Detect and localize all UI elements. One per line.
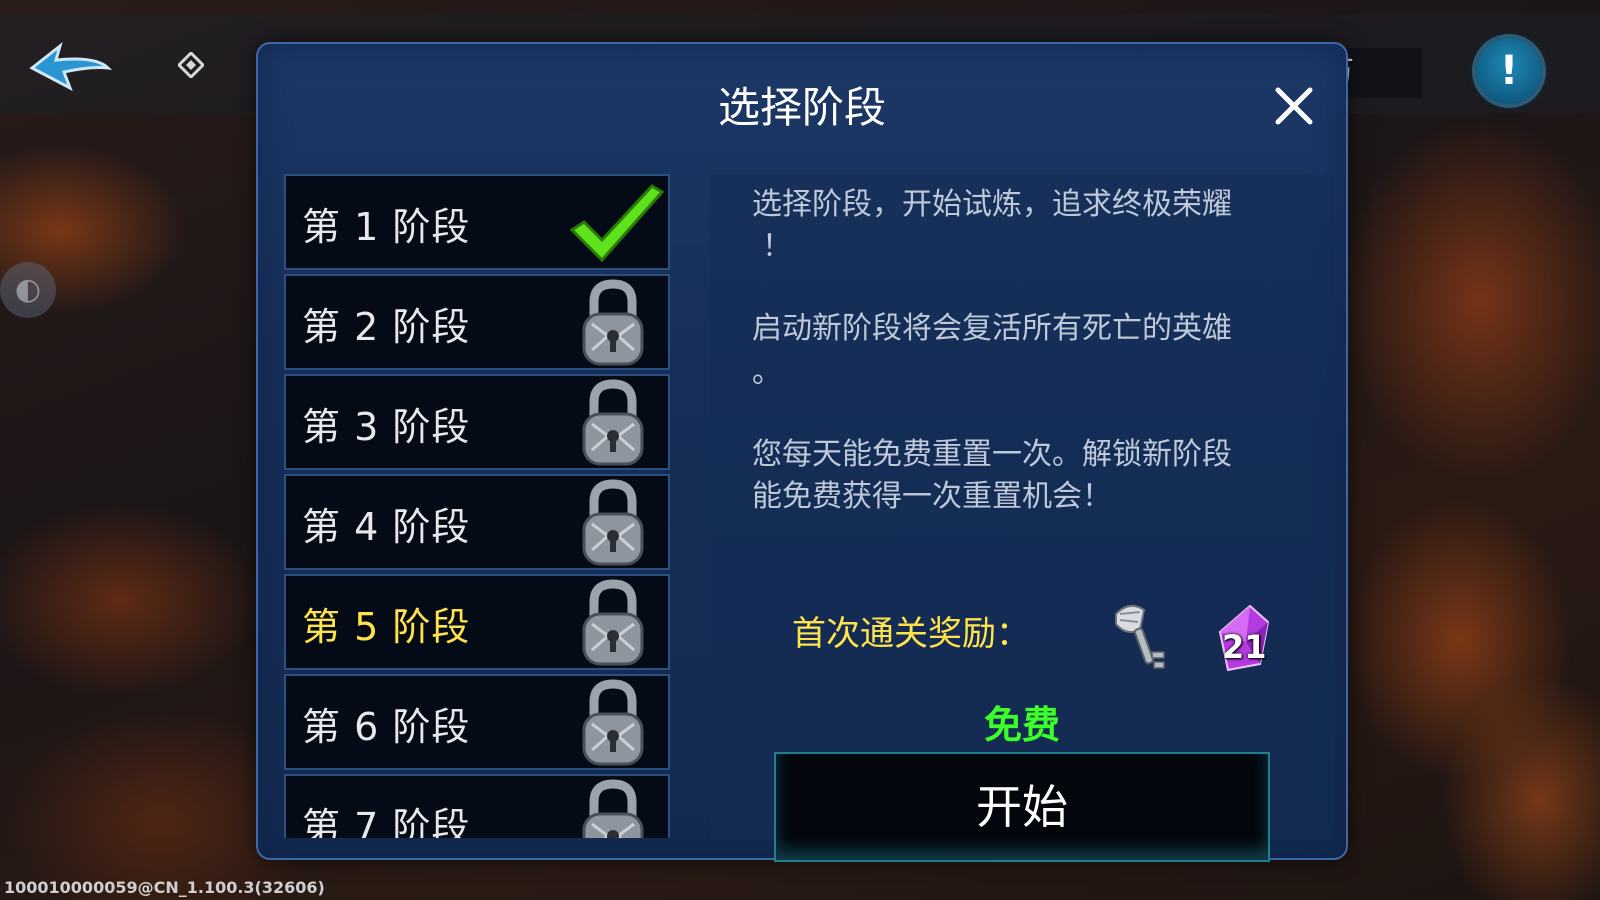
back-button[interactable] xyxy=(26,38,116,98)
lock-icon xyxy=(582,379,644,466)
stage-item-5[interactable]: 第 5 阶段 xyxy=(284,574,670,670)
version-text: 100010000059@CN_1.100.3(32606) xyxy=(4,878,325,897)
description-line: 选择阶段，开始试炼，追求终极荣耀 xyxy=(752,187,1232,222)
stage-label: 第 5 阶段 xyxy=(302,605,471,649)
description-line: 启动新阶段将会复活所有死亡的英雄 xyxy=(752,311,1232,346)
stage-label: 第 1 阶段 xyxy=(302,205,471,249)
start-button[interactable]: 开始 xyxy=(774,752,1270,862)
lock-icon xyxy=(582,779,644,838)
stage-label: 第 3 阶段 xyxy=(302,405,471,449)
gem-count: 21 xyxy=(1222,628,1267,666)
cost-label: 免费 xyxy=(983,703,1060,747)
description-line: 您每天能免费重置一次。解锁新阶段 xyxy=(752,437,1232,472)
close-button[interactable] xyxy=(1268,80,1320,132)
back-arrow-icon xyxy=(29,41,113,92)
start-button-label: 开始 xyxy=(976,780,1068,834)
lock-icon xyxy=(582,279,644,366)
lock-icon xyxy=(582,679,644,766)
check-icon xyxy=(569,184,665,263)
lock-icon xyxy=(582,479,644,566)
stage-item-3[interactable]: 第 3 阶段 xyxy=(284,374,670,470)
stage-item-4[interactable]: 第 4 阶段 xyxy=(284,474,670,570)
stage-info-panel: 选择阶段，开始试炼，追求终极荣耀 ！ 启动新阶段将会复活所有死亡的英雄 。 您每… xyxy=(710,174,1334,862)
lock-icon xyxy=(582,579,644,666)
stage-item-6[interactable]: 第 6 阶段 xyxy=(284,674,670,770)
description-line: 。 xyxy=(752,355,782,390)
diamond-icon xyxy=(176,50,206,80)
close-icon xyxy=(1275,87,1313,125)
key-icon[interactable] xyxy=(1110,600,1174,674)
description-line: ！ xyxy=(762,229,792,264)
side-menu-icon[interactable]: ◐ xyxy=(0,262,56,318)
stage-label: 第 2 阶段 xyxy=(302,305,471,349)
stage-item-2[interactable]: 第 2 阶段 xyxy=(284,274,670,370)
stage-label: 第 7 阶段 xyxy=(302,805,471,838)
stage-label: 第 4 阶段 xyxy=(302,505,471,549)
description-line: 能免费获得一次重置机会！ xyxy=(752,479,1112,514)
stage-item-1[interactable]: 第 1 阶段 xyxy=(284,174,670,270)
stage-list[interactable]: 第 1 阶段 第 2 阶段 第 3 阶段 第 4 阶段 第 5 阶段 第 6 阶… xyxy=(284,174,670,838)
dialog-title: 选择阶段 xyxy=(717,83,886,132)
info-icon: ! xyxy=(1499,48,1519,94)
info-button[interactable]: ! xyxy=(1476,38,1542,104)
stage-label: 第 6 阶段 xyxy=(302,705,471,749)
select-stage-dialog: 选择阶段 第 1 阶段 第 2 阶段 第 3 阶段 第 4 阶段 第 5 阶段 … xyxy=(256,42,1348,862)
stage-item-7[interactable]: 第 7 阶段 xyxy=(284,774,670,838)
first-clear-reward-label: 首次通关奖励： xyxy=(792,614,1030,654)
